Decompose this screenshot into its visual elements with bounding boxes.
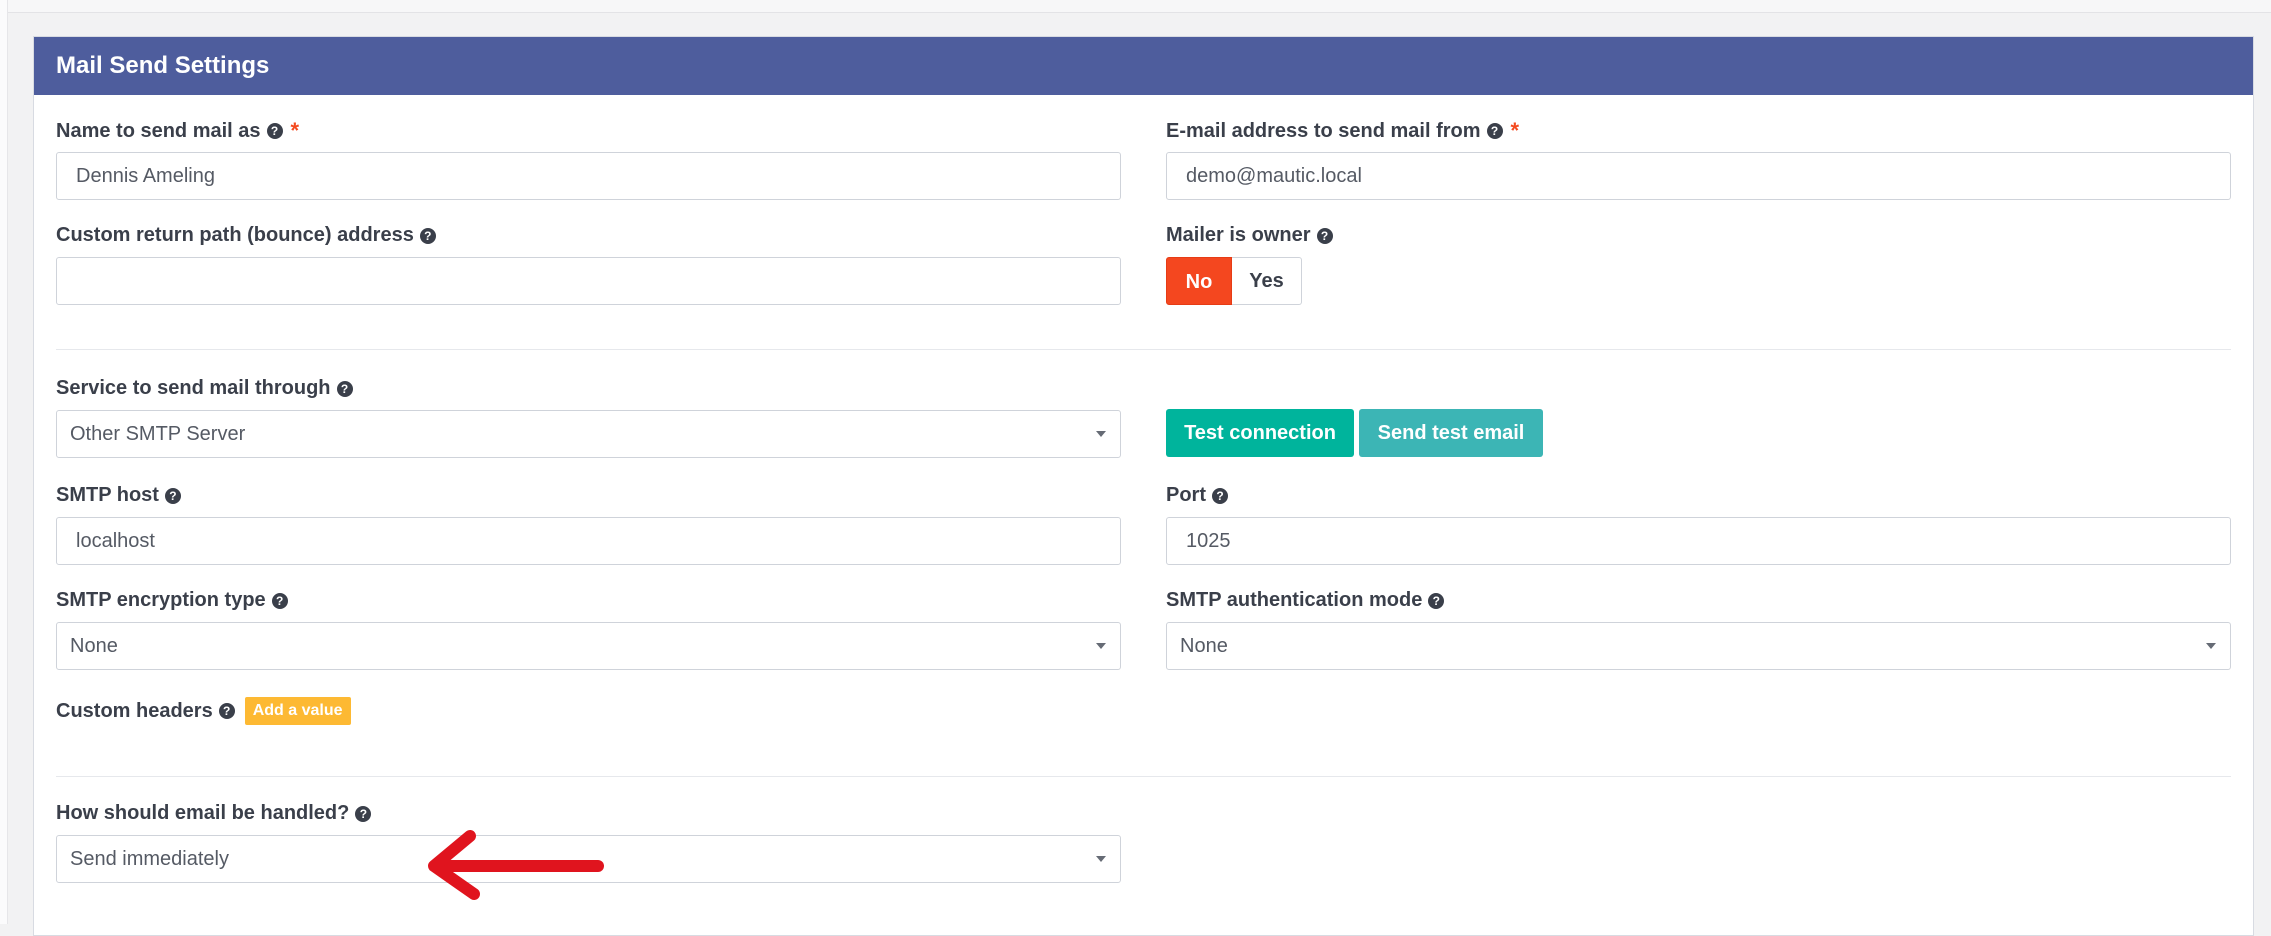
chevron-down-icon [2206,643,2216,649]
service-label: Service to send mail through ? [56,377,353,400]
required-asterisk: * [1510,118,1520,143]
encryption-select[interactable]: None [56,622,1121,670]
question-circle-icon[interactable]: ? [355,805,372,822]
chevron-down-icon [1096,431,1106,437]
handling-label-text: How should email be handled? [56,802,350,824]
top-bar [0,0,2271,13]
mailer-owner-no-button[interactable]: No [1166,257,1232,305]
question-circle-icon[interactable]: ? [271,592,288,609]
mailer-owner-yes-button[interactable]: Yes [1232,257,1302,305]
question-circle-icon[interactable]: ? [1212,487,1228,504]
question-circle-icon[interactable]: ? [419,227,436,244]
port-input[interactable]: 1025 [1166,517,2231,565]
required-asterisk: * [290,118,300,143]
encryption-label-text: SMTP encryption type [56,589,266,611]
question-circle-icon[interactable]: ? [1428,592,1445,609]
name-label-text: Name to send mail as [56,119,261,142]
question-circle-icon[interactable]: ? [218,703,235,719]
auth-select-value: None [1180,635,1228,657]
auth-label-text: SMTP authentication mode [1166,589,1423,611]
question-circle-icon[interactable]: ? [164,487,181,504]
smtp-host-label-text: SMTP host [56,484,159,506]
custom-headers-label-text: Custom headers [56,699,213,722]
question-circle-icon[interactable]: ? [336,380,353,397]
return-path-label-text: Custom return path (bounce) address [56,224,414,246]
service-select-value: Other SMTP Server [70,423,246,445]
left-edge [0,0,8,924]
encryption-select-value: None [70,635,118,657]
port-label-text: Port [1166,484,1206,506]
question-circle-icon[interactable]: ? [266,123,283,139]
question-circle-icon[interactable]: ? [1316,227,1333,244]
handling-label: How should email be handled? ? [56,802,372,825]
mailer-owner-label-text: Mailer is owner [1166,224,1311,246]
mailer-owner-label: Mailer is owner ? [1166,224,1333,247]
encryption-label: SMTP encryption type ? [56,589,288,612]
service-label-text: Service to send mail through [56,377,331,399]
section-divider [56,776,2231,777]
smtp-host-label: SMTP host ? [56,484,181,507]
auth-select[interactable]: None [1166,622,2231,670]
red-arrow-annotation [428,830,604,900]
email-label: E-mail address to send mail from ? * [1166,118,1519,144]
add-a-value-button[interactable]: Add a value [244,697,351,725]
email-label-text: E-mail address to send mail from [1166,119,1481,142]
question-circle-icon[interactable]: ? [1486,123,1503,139]
service-select[interactable]: Other SMTP Server [56,410,1121,458]
chevron-down-icon [1096,856,1106,862]
mailer-owner-toggle: No Yes [1166,257,1302,305]
auth-label: SMTP authentication mode ? [1166,589,1445,612]
return-path-input[interactable] [56,257,1121,305]
email-input[interactable]: demo@mautic.local [1166,152,2231,200]
send-test-email-button[interactable]: Send test email [1359,409,1543,457]
test-connection-button[interactable]: Test connection [1166,409,1354,457]
return-path-label: Custom return path (bounce) address ? [56,224,436,247]
name-label: Name to send mail as ? * [56,118,299,144]
handling-select-value: Send immediately [70,848,229,870]
name-input[interactable]: Dennis Ameling [56,152,1121,200]
panel-title: Mail Send Settings [34,37,2253,95]
section-divider [56,349,2231,350]
custom-headers-label: Custom headers ? Add a value [56,697,351,725]
chevron-down-icon [1096,643,1106,649]
smtp-host-input[interactable]: localhost [56,517,1121,565]
port-label: Port ? [1166,484,1228,507]
